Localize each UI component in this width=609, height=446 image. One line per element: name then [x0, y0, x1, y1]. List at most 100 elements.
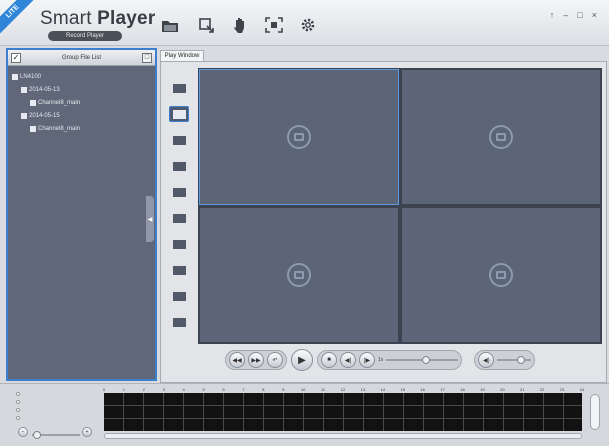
timeline-hour-label: 13 [360, 387, 366, 392]
timeline-hour-label: 22 [539, 387, 545, 392]
layout-button[interactable] [169, 288, 189, 304]
camera-icon [287, 263, 311, 287]
channel-indicator [16, 416, 20, 420]
collapse-panel-button[interactable]: ◀ [146, 196, 154, 242]
stop-button[interactable]: ■ [321, 352, 337, 368]
tree-checkbox[interactable] [12, 73, 18, 80]
layout-button[interactable] [169, 106, 189, 122]
timeline-hour-label: 24 [579, 387, 585, 392]
layout-grid-icon [172, 213, 186, 223]
timeline-horizontal-scrollbar[interactable] [104, 433, 582, 439]
app-title: Smart Player [40, 8, 156, 29]
speed-slider[interactable] [386, 356, 459, 364]
camera-icon [287, 125, 311, 149]
layout-grid-icon [172, 135, 186, 145]
step-forward-icon: |▶ [363, 357, 371, 364]
tree-checkbox[interactable] [21, 112, 27, 119]
video-cell[interactable] [199, 207, 399, 343]
layout-button[interactable] [169, 236, 189, 252]
timeline-panel: − + 0 1 2 3 4 5 6 7 8 9 10 11 12 13 14 15 16 17 18 19 20 21 22… [0, 383, 609, 446]
tree-item[interactable]: Channel8_main [8, 96, 155, 109]
timeline-hour-label: 20 [500, 387, 505, 392]
channel-indicator [16, 392, 20, 396]
hand-icon[interactable] [230, 16, 250, 34]
step-back-button[interactable]: ◀| [340, 352, 356, 368]
layout-grid-icon [172, 187, 186, 197]
channel-indicator [16, 400, 20, 404]
volume-slider-knob[interactable] [517, 356, 526, 364]
layout-grid-icon [172, 291, 186, 301]
slow-icon: ◀◀ [232, 357, 242, 364]
step-forward-button[interactable]: |▶ [359, 352, 375, 368]
video-cell[interactable] [199, 69, 399, 205]
timeline-hour-label: 12 [340, 387, 346, 392]
tree-item[interactable]: 2014-05-13 [8, 83, 155, 96]
zoom-slider[interactable] [32, 431, 80, 439]
layout-grid-icon [172, 83, 186, 93]
channel-indicators [16, 392, 24, 424]
channel-indicator [16, 408, 20, 412]
step-back-icon: ◀| [344, 357, 352, 364]
zoom-out-button[interactable]: − [18, 427, 28, 437]
rewind-icon: ↶ [272, 357, 278, 364]
layout-button[interactable] [169, 314, 189, 330]
video-cell[interactable] [401, 207, 601, 343]
camera-icon [489, 125, 513, 149]
play-button[interactable]: ▶ [291, 349, 313, 371]
layout-button[interactable] [169, 184, 189, 200]
mute-button[interactable]: ◀) [478, 352, 495, 368]
tree-item[interactable]: Channel8_main [8, 122, 155, 135]
select-all-checkbox[interactable]: ✓ [11, 52, 21, 63]
volume-slider[interactable] [497, 356, 532, 364]
camera-icon [489, 263, 513, 287]
play-icon: ▶ [298, 354, 306, 366]
tree-checkbox[interactable] [21, 86, 27, 93]
close-button[interactable]: × [592, 10, 597, 20]
settings-gear-icon[interactable] [298, 16, 318, 34]
layout-button[interactable] [169, 80, 189, 96]
app-subtitle: Record Player [48, 31, 122, 41]
timeline-hour-label: 16 [420, 387, 425, 392]
stop-icon: ■ [327, 357, 331, 363]
slow-button[interactable]: ◀◀ [229, 352, 245, 368]
timeline-hour-label: 15 [400, 387, 405, 392]
speaker-icon: ◀) [482, 357, 490, 364]
timeline-hour-label: 11 [321, 387, 326, 392]
layout-button[interactable] [169, 262, 189, 278]
file-list-menu-button[interactable]: □ [142, 52, 152, 63]
layout-grid-icon [172, 317, 186, 327]
timeline-hour-label: 18 [460, 387, 465, 392]
speed-slider-knob[interactable] [421, 356, 430, 364]
pin-button[interactable]: ↑ [550, 10, 555, 20]
timeline-vertical-scrollbar[interactable] [590, 394, 600, 430]
folder-open-icon[interactable] [160, 16, 180, 34]
tree-item[interactable]: 2014-05-15 [8, 109, 155, 122]
layout-grid-icon [172, 239, 186, 249]
video-grid [198, 68, 602, 344]
tree-checkbox[interactable] [30, 125, 36, 132]
tree-checkbox[interactable] [30, 99, 36, 106]
layout-button[interactable] [169, 158, 189, 174]
tree-item-label: Channel8_main [38, 125, 81, 132]
zoom-in-button[interactable]: + [82, 427, 92, 437]
snapshot-area-icon[interactable] [264, 16, 284, 34]
timeline-track[interactable] [104, 393, 582, 431]
timeline-hour-label: 17 [440, 387, 445, 392]
export-icon[interactable] [196, 16, 216, 34]
minimize-button[interactable]: – [563, 10, 568, 20]
timeline-hour-label: 1 [122, 387, 126, 392]
file-tree: LN4100 2014-05-13 Channel8_main 2014-05-15 C… [8, 66, 155, 135]
fast-button[interactable]: ▶▶ [248, 352, 264, 368]
zoom-slider-knob[interactable] [32, 431, 41, 439]
playback-controls: ◀◀ ▶▶ ↶ ▶ ■ ◀| |▶ 1x ◀) [225, 347, 585, 373]
layout-button[interactable] [169, 132, 189, 148]
layout-grid-icon [172, 161, 186, 171]
tree-item[interactable]: LN4100 [8, 70, 155, 83]
timeline-hour-label: 19 [480, 387, 485, 392]
layout-selector [166, 80, 192, 340]
rewind-button[interactable]: ↶ [267, 352, 283, 368]
layout-button[interactable] [169, 210, 189, 226]
timeline-hour-label: 21 [520, 387, 525, 392]
maximize-button[interactable]: □ [577, 10, 582, 20]
video-cell[interactable] [401, 69, 601, 205]
